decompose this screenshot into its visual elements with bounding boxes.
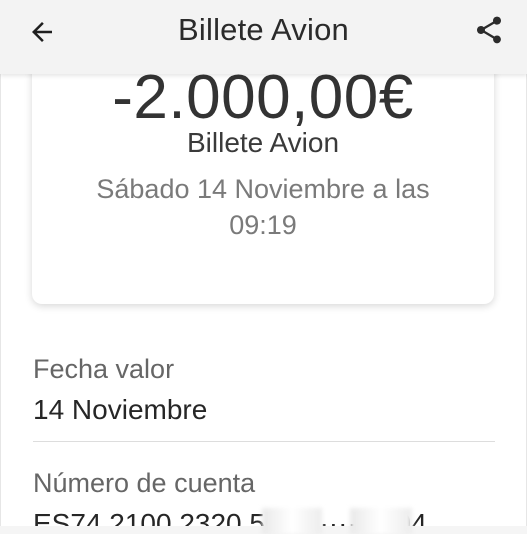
left-edge: [0, 74, 1, 526]
page-title: Billete Avion: [178, 12, 349, 47]
share-icon: [477, 16, 501, 44]
transaction-amount: -2.000,00€: [112, 74, 414, 132]
redaction-blur: [262, 508, 322, 534]
redaction-blur: [350, 508, 412, 534]
transaction-concept: Billete Avion: [186, 127, 340, 158]
fecha-valor-value: 14 Noviembre: [33, 394, 208, 425]
transaction-datetime: Sábado 14 Noviembre a las 09:19: [96, 174, 430, 240]
divider: [33, 441, 495, 442]
cuenta-label: Número de cuenta: [33, 468, 256, 498]
transaction-detail: -2.000,00€ Billete Avion Sábado 14 Novie…: [0, 74, 527, 526]
transaction-card: -2.000,00€ Billete Avion Sábado 14 Novie…: [32, 74, 494, 304]
share-button[interactable]: [469, 10, 509, 50]
fecha-valor-label: Fecha valor: [33, 354, 175, 384]
app-bar: Billete Avion: [0, 0, 527, 74]
